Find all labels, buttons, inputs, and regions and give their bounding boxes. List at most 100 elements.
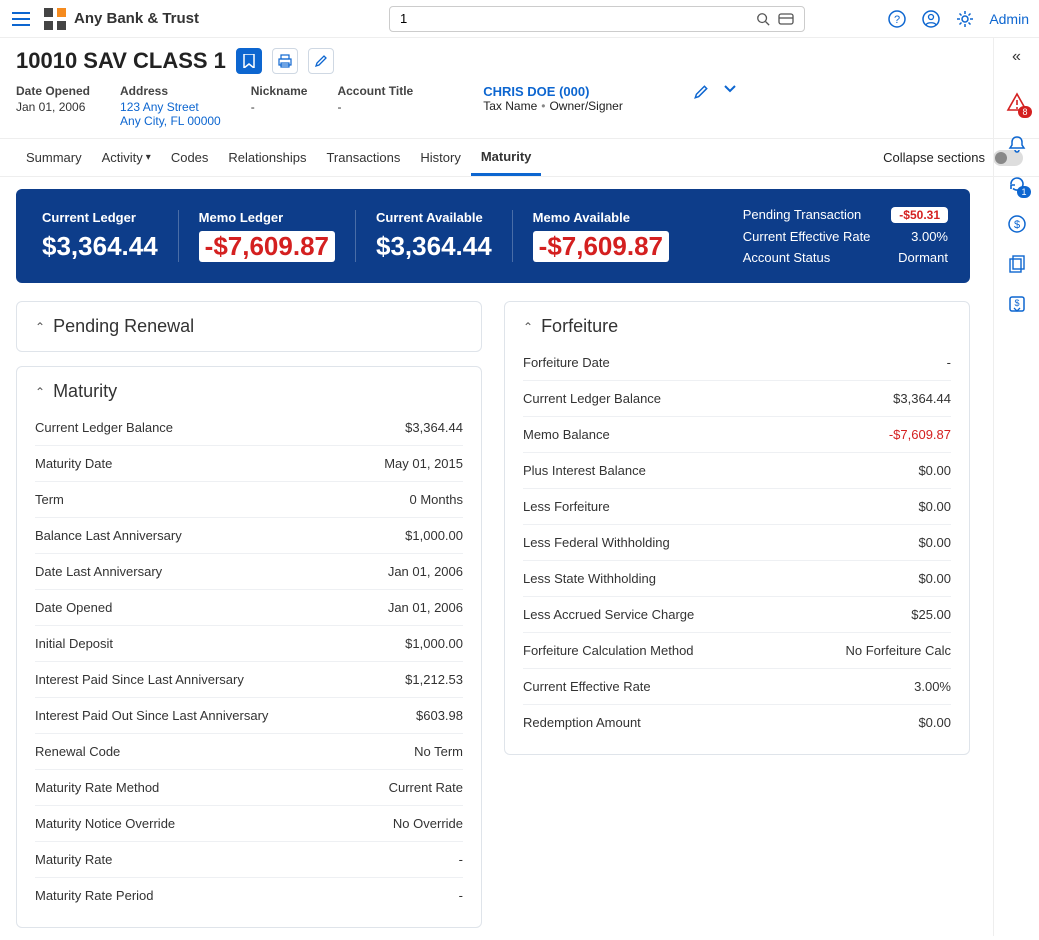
meta-label: Nickname [251,84,308,98]
search-input[interactable] [396,11,752,26]
print-button[interactable] [272,48,298,74]
tab-maturity[interactable]: Maturity [471,139,542,176]
owner-role-label: Tax Name [483,99,537,113]
chevron-down-icon[interactable] [723,84,737,94]
user-icon[interactable] [921,9,941,29]
tab-transactions[interactable]: Transactions [316,139,410,176]
kv-row: Interest Paid Out Since Last Anniversary… [35,698,463,734]
kv-value: $1,000.00 [405,528,463,543]
tab-relationships[interactable]: Relationships [218,139,316,176]
page-title: 10010 SAV CLASS 1 [16,48,226,74]
summary-label: Current Available [376,210,492,225]
meta-date-opened: Date Opened Jan 01, 2006 [16,84,90,128]
summary-right: Pending Transaction-$50.31 Current Effec… [743,207,948,265]
summary-value: -$7,609.87 [533,231,669,262]
tab-bar: Summary Activity▾ Codes Relationships Tr… [0,139,1039,177]
kv-value: $0.00 [918,463,951,478]
panel-header[interactable]: ⌃ Forfeiture [523,316,951,337]
address-link[interactable]: 123 Any Street [120,100,221,114]
kv-value: May 01, 2015 [384,456,463,471]
chevron-up-icon: ⌃ [523,320,533,334]
meta-label: Address [120,84,221,98]
kv-row: Initial Deposit$1,000.00 [35,626,463,662]
kv-key: Interest Paid Since Last Anniversary [35,672,244,687]
owner-link[interactable]: CHRIS DOE (000) [483,84,623,99]
menu-button[interactable] [10,8,32,30]
panel-forfeiture: ⌃ Forfeiture Forfeiture Date-Current Led… [504,301,970,755]
kv-key: Redemption Amount [523,715,641,730]
kv-value: $1,212.53 [405,672,463,687]
summary-current-ledger: Current Ledger $3,364.44 [38,210,178,262]
meta-account-title: Account Title - [337,84,413,128]
dollar-icon[interactable]: $ [1007,214,1027,234]
kv-value: No Override [393,816,463,831]
help-icon[interactable]: ? [887,9,907,29]
panels-grid: ⌃ Pending Renewal ⌃ Maturity Current Led… [16,301,970,928]
kv-key: Current Ledger Balance [523,391,661,406]
kv-row: Memo Balance-$7,609.87 [523,417,951,453]
left-column: ⌃ Pending Renewal ⌃ Maturity Current Led… [16,301,482,928]
kv-row: Forfeiture Calculation MethodNo Forfeitu… [523,633,951,669]
kv-value: - [947,355,951,370]
refresh-icon[interactable]: 1 [1007,174,1027,194]
kv-row: Balance Last Anniversary $1,000.00 [35,518,463,554]
address-link[interactable]: Any City, FL 00000 [120,114,221,128]
panel-header[interactable]: ⌃ Pending Renewal [35,316,463,337]
kv-row: Maturity Notice OverrideNo Override [35,806,463,842]
meta-value: - [251,100,308,114]
kv-value: $0.00 [918,535,951,550]
kv-value: Jan 01, 2006 [388,564,463,579]
search-icon[interactable] [752,12,774,26]
kv-key: Plus Interest Balance [523,463,646,478]
bank-logo-icon [44,8,66,30]
kv-key: Renewal Code [35,744,120,759]
kv-key: Less Federal Withholding [523,535,670,550]
alert-icon[interactable]: 8 [1006,92,1028,114]
chevron-up-icon: ⌃ [35,320,45,334]
card-icon[interactable] [774,12,798,26]
summary-label: Pending Transaction [743,207,862,223]
kv-value: - [459,852,463,867]
panel-header[interactable]: ⌃ Maturity [35,381,463,402]
panel-title: Forfeiture [541,316,618,337]
bookmark-button[interactable] [236,48,262,74]
deposit-icon[interactable]: $ [1007,294,1027,314]
edit-owner-icon[interactable] [693,84,709,100]
edit-button[interactable] [308,48,334,74]
tab-activity[interactable]: Activity▾ [92,139,161,176]
kv-row: Plus Interest Balance $0.00 [523,453,951,489]
tab-history[interactable]: History [410,139,470,176]
kv-row: Renewal CodeNo Term [35,734,463,770]
meta-label: Date Opened [16,84,90,98]
summary-label: Current Effective Rate [743,229,871,244]
top-right-actions: ? Admin [887,9,1029,29]
meta-address: Address 123 Any Street Any City, FL 0000… [120,84,221,128]
balance-summary-card: Current Ledger $3,364.44 Memo Ledger -$7… [16,189,970,283]
tab-summary[interactable]: Summary [16,139,92,176]
kv-key: Current Ledger Balance [35,420,173,435]
meta-value: - [337,100,413,114]
bell-icon[interactable] [1007,134,1027,154]
kv-key: Maturity Rate [35,852,112,867]
meta-nickname: Nickname - [251,84,308,128]
tab-codes[interactable]: Codes [161,139,219,176]
summary-current-available: Current Available $3,364.44 [355,210,512,262]
kv-key: Balance Last Anniversary [35,528,182,543]
panel-title: Maturity [53,381,117,402]
documents-icon[interactable] [1007,254,1027,274]
kv-value: $25.00 [911,607,951,622]
bank-name: Any Bank & Trust [74,10,199,27]
kv-key: Term [35,492,64,507]
kv-value: $3,364.44 [893,391,951,406]
collapse-rail-icon[interactable]: « [1012,48,1021,66]
summary-label: Account Status [743,250,830,265]
summary-label: Memo Ledger [199,210,335,225]
admin-link[interactable]: Admin [989,11,1029,27]
svg-text:$: $ [1014,298,1019,308]
kv-value: Jan 01, 2006 [388,600,463,615]
summary-value: -$7,609.87 [199,231,335,262]
kv-value: $0.00 [918,499,951,514]
kv-row: Date OpenedJan 01, 2006 [35,590,463,626]
panel-maturity: ⌃ Maturity Current Ledger Balance$3,364.… [16,366,482,928]
gear-icon[interactable] [955,9,975,29]
